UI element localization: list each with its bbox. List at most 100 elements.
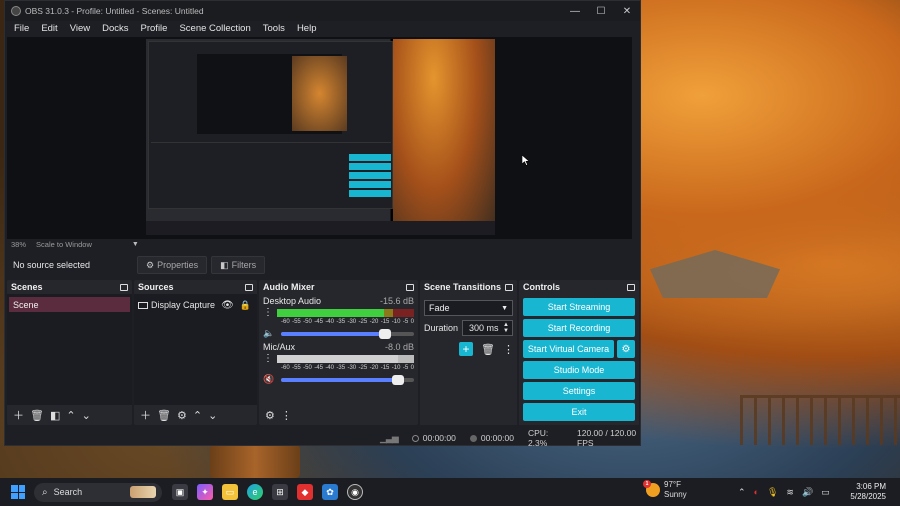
record-status: 00:00:00 [469,433,514,443]
virtual-camera-settings-gear-icon[interactable]: ⚙ [617,340,635,358]
preview-area[interactable] [7,37,632,239]
menu-docks[interactable]: Docks [96,23,134,34]
windows-start-icon[interactable] [11,485,25,499]
meter-scale-label: -10 [391,319,401,325]
menu-scene-collection[interactable]: Scene Collection [173,23,256,34]
start-streaming-button[interactable]: Start Streaming [523,298,635,316]
volume-icon[interactable]: 🔊 [802,487,813,498]
start-virtual-camera-button[interactable]: Start Virtual Camera [523,340,614,358]
gear-icon: ⚙ [146,259,155,270]
speaker-icon[interactable]: 🔈 [263,328,275,339]
trash-icon[interactable]: 🗑 [481,343,495,356]
stream-status: 00:00:00 [411,433,456,443]
trash-icon[interactable]: 🗑 [30,409,44,422]
filters-button[interactable]: ◧ Filters [211,256,266,274]
undock-icon[interactable] [406,283,414,291]
gear-icon[interactable]: ⚙ [177,409,187,422]
muted-speaker-icon[interactable]: 🔇 [263,374,275,385]
kebab-menu-icon[interactable]: ⋮ [281,409,292,422]
copilot-icon[interactable]: ✦ [197,484,213,500]
undock-icon[interactable] [245,283,253,291]
menu-profile[interactable]: Profile [135,23,174,34]
title-bar[interactable]: OBS 31.0.3 - Profile: Untitled - Scenes:… [5,1,640,21]
meter-scale-label: -40 [325,319,334,325]
microphone-icon[interactable]: 🎙 [767,487,778,498]
file-explorer-icon[interactable]: ▭ [222,484,238,500]
scene-filters-icon[interactable]: ◧ [50,409,60,422]
volume-slider[interactable] [281,374,414,385]
duration-stepper[interactable]: 300 ms ▲ ▼ [462,320,513,336]
store-icon[interactable]: ⊞ [272,484,288,500]
move-down-icon[interactable]: ⌄ [208,409,217,422]
chevron-up-icon[interactable]: ⌃ [738,487,746,498]
kebab-menu-icon[interactable]: ⋮ [263,308,273,318]
move-up-icon[interactable]: ⌃ [66,409,75,422]
preview-desktop-capture [393,39,495,235]
undock-icon[interactable] [505,283,513,291]
add-scene-button[interactable]: ＋ [13,407,24,423]
move-up-icon[interactable]: ⌃ [193,409,202,422]
kebab-menu-icon[interactable]: ⋮ [263,354,273,364]
kebab-menu-icon[interactable]: ⋮ [503,343,514,356]
source-item[interactable]: Display Capture 👁 🔒 [134,297,257,313]
undock-icon[interactable] [120,283,128,291]
close-button[interactable]: ✕ [614,6,640,17]
obs-taskbar-icon[interactable]: ◉ [347,484,363,500]
advanced-audio-gear-icon[interactable]: ⚙ [265,409,275,422]
maximize-button[interactable]: ☐ [588,6,614,17]
menu-file[interactable]: File [8,23,35,34]
meter-level [277,309,384,317]
studio-mode-button[interactable]: Studio Mode [523,361,635,379]
properties-button[interactable]: ⚙ Properties [137,256,208,274]
app-icon[interactable]: ◆ [297,484,313,500]
weather-temp: 97°F [664,480,681,489]
eye-icon[interactable]: 👁 [221,300,234,311]
battery-icon[interactable]: ▭ [821,487,830,498]
zoom-level[interactable]: 38% [11,240,26,249]
meter-scale-label: -55 [292,319,301,325]
preview-canvas[interactable] [146,39,495,235]
meter-scale-label: -30 [347,365,357,371]
scene-item[interactable]: Scene [9,297,130,312]
add-source-button[interactable]: ＋ [140,407,151,423]
exit-button[interactable]: Exit [523,403,635,421]
transition-value: Fade [429,303,450,313]
scale-mode-select[interactable]: Scale to Window [36,240,92,249]
mixer-channel-desktop-audio: Desktop Audio -15.6 dB ⋮ -60 -55 -50 -45 -40-… [263,296,414,339]
add-transition-button[interactable]: + [459,342,473,356]
preview-nested-button [349,154,391,161]
meter-scale-label: -20 [369,319,379,325]
menu-tools[interactable]: Tools [257,23,291,34]
menu-view[interactable]: View [64,23,96,34]
scene-transitions-dock: Scene Transitions Fade ▼ Duration 300 ms… [420,280,517,425]
chevron-down-icon[interactable]: ▼ [132,241,139,248]
settings-button[interactable]: Settings [523,382,635,400]
cpu-usage: CPU: 2.3% [527,428,549,448]
wifi-icon[interactable]: ≋ [786,487,794,498]
taskbar-search-box[interactable]: ⌕ Search [34,482,162,502]
undock-icon[interactable] [627,283,635,291]
volume-slider[interactable] [281,328,414,339]
app-icon[interactable]: ✿ [322,484,338,500]
wallpaper-barrel [210,445,300,478]
trash-icon[interactable]: 🗑 [157,409,171,422]
meter-scale-label: -5 [402,319,409,325]
menu-help[interactable]: Help [291,23,323,34]
meter-scale-label: 0 [410,319,414,325]
obs-logo-icon [11,6,21,16]
lock-icon[interactable]: 🔒 [240,300,251,311]
sources-dock: Sources Display Capture 👁 🔒 ＋ 🗑 ⚙ ⌃ ⌄ [134,280,257,425]
tray-app-icon[interactable]: ◐ [754,487,759,497]
weather-widget[interactable]: 1 97°F Sunny [643,480,687,500]
taskbar-clock[interactable]: 3:06 PM 5/28/2025 [836,482,886,502]
minimize-button[interactable]: — [562,6,588,17]
task-view-icon[interactable]: ▣ [172,484,188,500]
menu-edit[interactable]: Edit [35,23,63,34]
transition-select[interactable]: Fade ▼ [424,300,513,316]
spin-arrows-icon[interactable]: ▲ ▼ [503,322,509,334]
meter-scale-label: -45 [314,319,323,325]
edge-browser-icon[interactable]: e [247,484,263,500]
move-down-icon[interactable]: ⌄ [82,409,91,422]
volume-meter [277,355,414,363]
start-recording-button[interactable]: Start Recording [523,319,635,337]
